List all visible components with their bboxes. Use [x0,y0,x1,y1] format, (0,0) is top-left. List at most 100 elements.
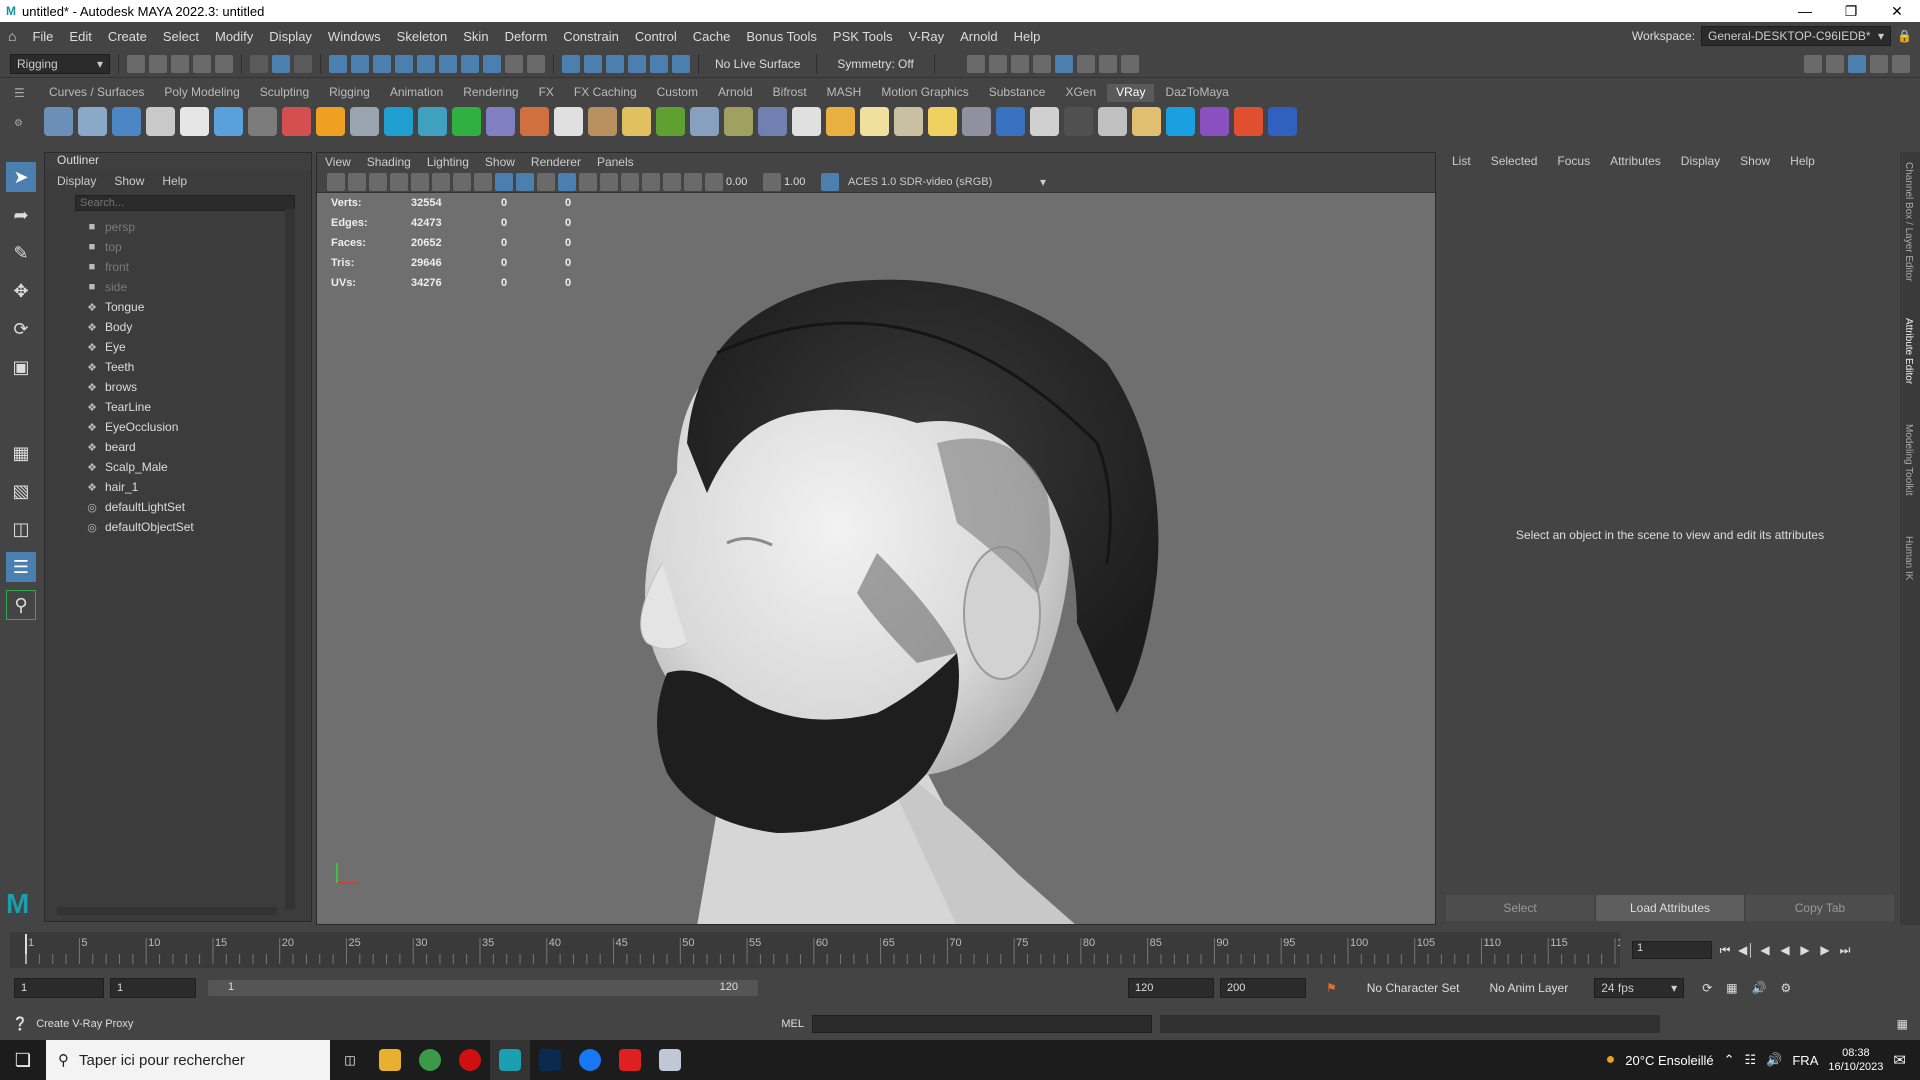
move-tool-icon[interactable]: ✥ [6,276,36,306]
key-icon[interactable]: ▦ [1726,981,1737,995]
shelf-tab-rendering[interactable]: Rendering [454,84,527,102]
viewport-menu-show[interactable]: Show [485,155,515,169]
weather-text[interactable]: 20°C Ensoleillé [1625,1053,1713,1068]
anim-layer-dropdown[interactable]: No Anim Layer [1489,981,1568,995]
youtube-icon[interactable] [610,1040,650,1080]
exposure-value[interactable]: 0.00 [726,176,760,188]
outliner-menu-display[interactable]: Display [57,174,96,188]
search-icon[interactable]: ⚲ [6,590,36,620]
go-to-start-icon[interactable]: ⏮ [1718,943,1732,957]
vray-shelf-tool-icon[interactable] [112,106,141,136]
outliner-item[interactable]: ◎ defaultObjectSet [45,517,295,537]
outliner-item[interactable]: ❖ Teeth [45,357,295,377]
vray-shelf-tool-icon[interactable] [248,106,277,136]
paint-select-tool-icon[interactable]: ✎ [6,238,36,268]
outliner-item[interactable]: ❖ TearLine [45,397,295,417]
menu-control[interactable]: Control [627,29,685,44]
vray-shelf-tool-icon[interactable] [384,106,413,136]
vray-shelf-tool-icon[interactable] [452,106,481,136]
step-forward-frame-icon[interactable]: ▶ [1818,943,1832,957]
shelf-tab-daztomaya[interactable]: DazToMaya [1156,84,1237,102]
outliner-layout-icon[interactable]: ☰ [6,552,36,582]
menu-psk-tools[interactable]: PSK Tools [825,29,901,44]
snap-curve-icon[interactable] [351,54,369,73]
tool-settings-icon[interactable] [1870,54,1888,73]
language-indicator[interactable]: FRA [1792,1053,1818,1068]
menu-deform[interactable]: Deform [497,29,556,44]
menu-set-dropdown[interactable]: Rigging ▾ [10,53,110,74]
vray-shelf-tool-icon[interactable] [860,106,889,136]
render-settings-icon[interactable] [650,54,668,73]
menu-constrain[interactable]: Constrain [555,29,627,44]
outliner-item[interactable]: ❖ Scalp_Male [45,457,295,477]
vray-shelf-tool-icon[interactable] [180,106,209,136]
history-icon[interactable] [562,54,580,73]
outliner-item[interactable]: ■ persp [45,217,295,237]
vray-shelf-tool-icon[interactable] [146,106,175,136]
windows-start-icon[interactable]: ❏ [0,1050,46,1071]
shelf-tab-fx-caching[interactable]: FX Caching [565,84,646,102]
minimize-button[interactable]: — [1782,3,1828,20]
outliner-item[interactable]: ■ top [45,237,295,257]
tray-chevron-up-icon[interactable]: ⌃ [1724,1052,1735,1068]
live-surface-label[interactable]: No Live Surface [707,57,808,71]
home-icon[interactable]: ⌂ [0,28,24,44]
outliner-item[interactable]: ❖ Body [45,317,295,337]
save-scene-icon[interactable] [171,54,189,73]
exposure-icon[interactable] [705,172,723,191]
menu-modify[interactable]: Modify [207,29,261,44]
vray-shelf-tool-icon[interactable] [78,106,107,136]
xray-joints-icon[interactable] [684,172,702,191]
output-ops-icon[interactable] [628,54,646,73]
taskbar-search-box[interactable]: ⚲ Taper ici pour rechercher [46,1040,330,1080]
wireframe-icon[interactable] [495,172,513,191]
play-forwards-icon[interactable]: ▶ [1798,943,1812,957]
xray-icon[interactable] [663,172,681,191]
vray-shelf-tool-icon[interactable] [282,106,311,136]
color-management-icon[interactable] [821,172,839,191]
shelf-tab-xgen[interactable]: XGen [1056,84,1105,102]
color-space-dropdown[interactable]: ACES 1.0 SDR-video (sRGB) ▾ [842,172,1052,191]
shelf-tab-vray[interactable]: VRay [1107,84,1155,102]
select-hierarchy-icon[interactable] [250,54,268,73]
shelf-tab-motion-graphics[interactable]: Motion Graphics [872,84,977,102]
outliner-item[interactable]: ❖ Tongue [45,297,295,317]
vray-shelf-tool-icon[interactable] [1268,106,1297,136]
go-to-end-icon[interactable]: ⏭ [1838,943,1852,957]
persp-outliner-layout-icon[interactable]: ◫ [6,514,36,544]
outliner-scrollbar[interactable] [285,209,295,909]
outliner-item[interactable]: ■ front [45,257,295,277]
vray-shelf-tool-icon[interactable] [894,106,923,136]
render-frame-icon[interactable] [988,54,1007,73]
shelf-settings-icon[interactable]: ⚙ [14,118,23,129]
select-tool-icon[interactable]: ➤ [6,162,36,192]
menu-edit[interactable]: Edit [61,29,99,44]
bookmark-icon[interactable] [369,172,387,191]
attr-menu-list[interactable]: List [1452,154,1471,168]
vray-stop-icon[interactable] [1098,54,1117,73]
menu-vray[interactable]: V-Ray [901,29,952,44]
script-editor-icon[interactable]: ▦ [1897,1017,1908,1031]
copy-tab-button[interactable]: Copy Tab [1746,895,1894,921]
attr-menu-help[interactable]: Help [1790,154,1815,168]
step-back-key-icon[interactable]: ◀│ [1738,943,1755,957]
attr-menu-focus[interactable]: Focus [1557,154,1590,168]
outliner-item[interactable]: ❖ hair_1 [45,477,295,497]
viewport-menu-view[interactable]: View [325,155,351,169]
step-back-frame-icon[interactable]: ◀ [1758,943,1772,957]
playback-end-field[interactable]: 120 [1128,978,1214,998]
menu-windows[interactable]: Windows [320,29,389,44]
command-input[interactable] [812,1015,1153,1033]
outliner-search-input[interactable] [75,195,295,211]
pause-icon[interactable] [1120,54,1139,73]
vray-shelf-tool-icon[interactable] [826,106,855,136]
four-view-layout-icon[interactable]: ▧ [6,476,36,506]
redo-icon[interactable] [215,54,233,73]
textured-icon[interactable] [537,172,555,191]
sidebar-toggle-icon[interactable] [1804,54,1822,73]
ambient-occlusion-icon[interactable] [600,172,618,191]
playback-start-field[interactable]: 1 [110,978,196,998]
gamma-icon[interactable] [763,172,781,191]
attr-menu-attributes[interactable]: Attributes [1610,154,1661,168]
vray-shelf-tool-icon[interactable] [520,106,549,136]
